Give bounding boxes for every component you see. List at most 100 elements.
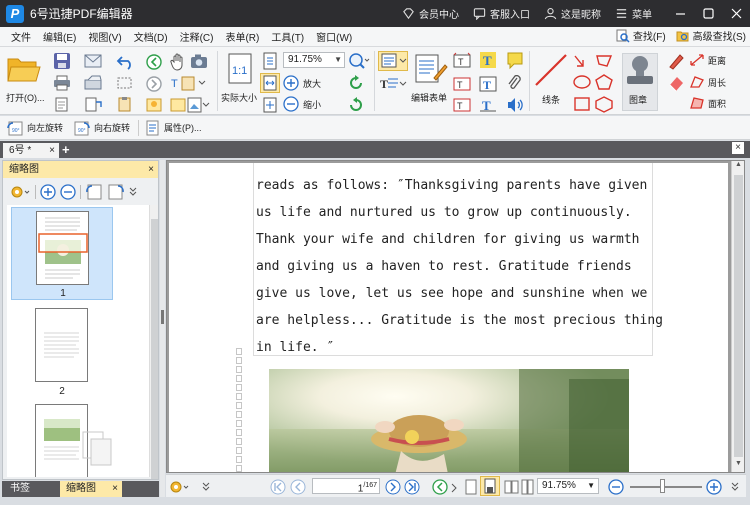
new-tab-icon[interactable]: + — [62, 142, 70, 157]
email-icon[interactable] — [84, 53, 104, 69]
open-button[interactable] — [6, 53, 42, 88]
scan-icon[interactable] — [84, 75, 106, 91]
thumbnail-page-2[interactable]: 2 — [11, 306, 113, 398]
tab-document[interactable]: 6号 * × — [3, 143, 59, 158]
thumbnail-page-3[interactable] — [11, 402, 113, 477]
status-zoom-select[interactable]: 91.75% ▼ — [537, 478, 599, 494]
shapes-palette-icon[interactable] — [573, 52, 617, 114]
member-center-link[interactable]: 会员中心 — [402, 6, 459, 21]
rotate-left-button[interactable]: 90° 向左旋转 — [6, 120, 63, 136]
menu-form[interactable]: 表单(R) — [219, 29, 265, 44]
perimeter-button[interactable]: 周长 — [689, 75, 726, 89]
thumb-rotate-right-icon[interactable] — [107, 183, 125, 201]
panel-splitter[interactable] — [160, 160, 165, 497]
chevron-double-down-icon[interactable] — [129, 186, 137, 198]
document-icon[interactable] — [53, 97, 71, 112]
rotate-cw-icon[interactable] — [348, 75, 364, 91]
callout-icon[interactable]: T — [479, 97, 497, 113]
thumbnail-page-1[interactable]: 1 — [11, 207, 113, 300]
rotate-ccw-icon[interactable] — [348, 97, 364, 113]
close-document-icon[interactable]: × — [732, 142, 744, 154]
undo-icon[interactable] — [116, 54, 136, 70]
actual-size-button[interactable]: 1:1 — [227, 53, 255, 88]
line-tool-button[interactable] — [533, 53, 569, 90]
find-button[interactable]: 查找(F) — [616, 28, 666, 43]
zoom-select[interactable]: 91.75% ▼ — [283, 52, 345, 68]
paste-icon[interactable] — [116, 96, 136, 112]
tab-bookmarks[interactable]: 书签 — [4, 481, 56, 497]
scroll-down-icon[interactable]: ▼ — [732, 460, 744, 472]
edit-content-button[interactable] — [378, 51, 408, 71]
snapshot-camera-icon[interactable] — [190, 53, 208, 69]
close-tab-icon[interactable]: × — [49, 143, 55, 158]
combo-box-icon[interactable]: T — [453, 97, 471, 113]
main-menu-link[interactable]: 菜单 — [615, 6, 652, 21]
single-page-icon[interactable] — [464, 479, 478, 495]
chevron-double-down-icon[interactable] — [731, 481, 739, 493]
fit-visible-icon[interactable] — [262, 97, 278, 113]
status-settings-gear-icon[interactable] — [168, 479, 190, 495]
forward-view-icon[interactable] — [450, 479, 460, 495]
form-button-icon[interactable]: T — [453, 75, 471, 93]
rectangle-select-icon[interactable] — [116, 75, 136, 91]
continuous-facing-icon[interactable] — [521, 479, 535, 495]
menu-view[interactable]: 视图(V) — [82, 29, 127, 44]
rotate-right-button[interactable]: 90° 向右旋转 — [73, 120, 130, 136]
page-number-input[interactable]: 1/167 — [312, 478, 380, 494]
previous-page-icon[interactable] — [290, 479, 306, 495]
advanced-find-button[interactable]: 高级查找(S) — [676, 28, 746, 43]
maximize-button[interactable] — [694, 0, 722, 27]
settings-gear-icon[interactable] — [9, 183, 31, 201]
magnifier-icon[interactable] — [348, 52, 370, 70]
back-circle-icon[interactable] — [146, 54, 162, 70]
next-page-icon[interactable] — [385, 479, 401, 495]
menu-edit[interactable]: 编辑(E) — [37, 29, 82, 44]
thumb-zoom-in-icon[interactable] — [40, 184, 56, 200]
scroll-up-icon[interactable]: ▲ — [732, 161, 744, 173]
thumb-zoom-out-icon[interactable] — [60, 184, 76, 200]
distance-button[interactable]: 距离 — [689, 53, 726, 67]
first-page-icon[interactable] — [270, 479, 286, 495]
hand-tool-icon[interactable] — [170, 53, 186, 71]
zoom-slider-handle[interactable] — [660, 479, 665, 493]
save-icon[interactable] — [53, 52, 71, 70]
forward-circle-icon[interactable] — [146, 76, 162, 92]
back-view-icon[interactable] — [432, 479, 448, 495]
status-zoom-in-icon[interactable] — [706, 479, 722, 495]
area-button[interactable]: 面积 — [689, 96, 726, 110]
attachment-icon[interactable] — [506, 75, 524, 93]
status-zoom-out-icon[interactable] — [608, 479, 624, 495]
typewriter-icon[interactable]: T — [479, 51, 497, 69]
properties-button[interactable]: 属性(P)... — [145, 120, 202, 136]
zoom-slider-track[interactable] — [630, 486, 702, 488]
continuous-page-button[interactable] — [480, 476, 500, 496]
zoom-in-button[interactable]: 放大 — [283, 75, 321, 91]
eraser-icon[interactable] — [667, 74, 685, 92]
insert-image-icon[interactable] — [170, 97, 210, 113]
pencil-icon[interactable] — [667, 52, 685, 70]
sticky-note-icon[interactable] — [506, 51, 524, 71]
sound-icon[interactable] — [506, 97, 524, 113]
thumb-rotate-left-icon[interactable] — [85, 183, 103, 201]
add-text-icon[interactable]: T — [378, 75, 408, 93]
page-extract-icon[interactable] — [84, 97, 104, 112]
page-photo[interactable] — [269, 369, 629, 472]
last-page-icon[interactable] — [404, 479, 420, 495]
menu-comment[interactable]: 注释(C) — [174, 29, 220, 44]
close-panel-icon[interactable]: × — [148, 161, 154, 178]
tab-thumbnails[interactable]: 缩略图 × — [60, 481, 122, 497]
customer-service-link[interactable]: 客服入口 — [473, 6, 530, 21]
menu-window[interactable]: 窗口(W) — [310, 29, 358, 44]
facing-pages-icon[interactable] — [504, 479, 520, 495]
user-nickname-link[interactable]: 这是昵称 — [544, 6, 601, 21]
zoom-out-button[interactable]: 缩小 — [283, 96, 321, 112]
minimize-button[interactable] — [666, 0, 694, 27]
document-scrollbar[interactable]: ▲ ▼ — [731, 161, 744, 472]
edit-form-button[interactable] — [414, 53, 448, 88]
fit-page-icon[interactable] — [262, 52, 278, 70]
chevron-double-down-icon[interactable] — [202, 481, 210, 493]
menu-document[interactable]: 文档(D) — [128, 29, 174, 44]
fit-width-button[interactable] — [260, 73, 280, 93]
text-field-icon[interactable]: T — [453, 52, 471, 70]
menu-tools[interactable]: 工具(T) — [265, 29, 310, 44]
